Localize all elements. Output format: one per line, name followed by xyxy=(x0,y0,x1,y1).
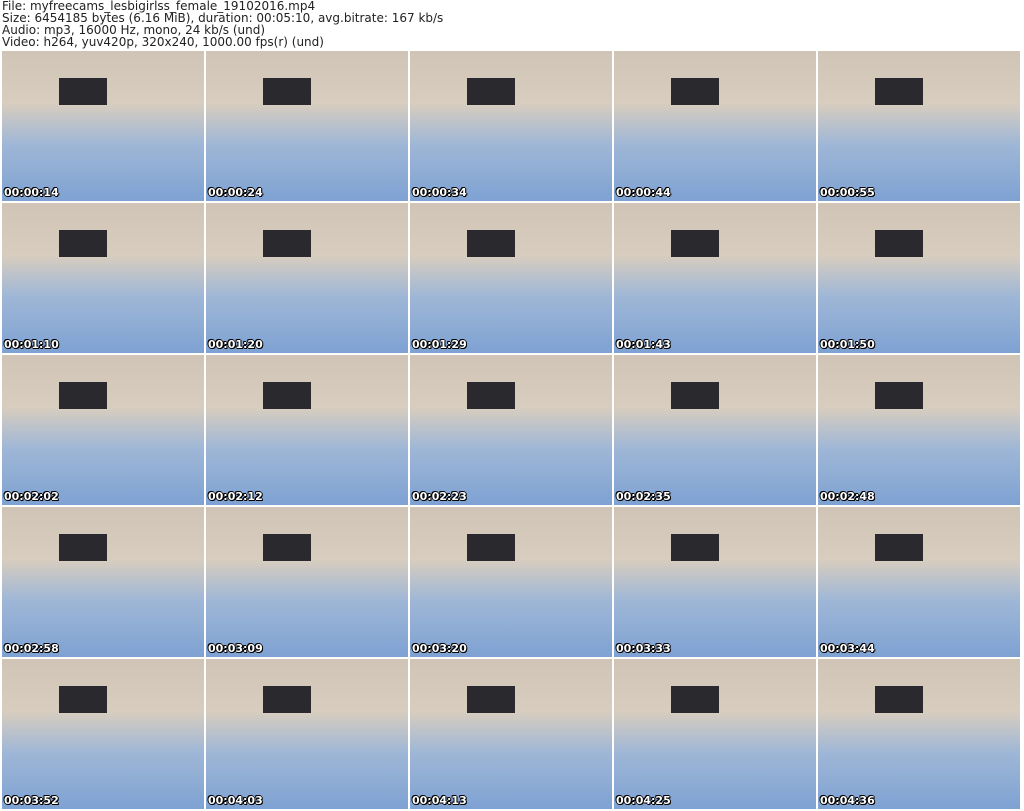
video-thumbnail[interactable]: 00:00:14 xyxy=(2,51,204,201)
video-thumbnail[interactable]: 00:03:33 xyxy=(614,507,816,657)
timestamp: 00:00:44 xyxy=(616,186,671,199)
video-thumbnail[interactable]: 00:00:44 xyxy=(614,51,816,201)
video-thumbnail[interactable]: 00:01:20 xyxy=(206,203,408,353)
timestamp: 00:01:43 xyxy=(616,338,671,351)
video-thumbnail[interactable]: 00:02:58 xyxy=(2,507,204,657)
thumbnail-image xyxy=(466,534,516,561)
thumbnail-image xyxy=(466,78,516,105)
video-thumbnail[interactable]: 00:04:13 xyxy=(410,659,612,809)
thumbnail-image xyxy=(58,534,108,561)
video-thumbnail[interactable]: 00:03:52 xyxy=(2,659,204,809)
video-thumbnail[interactable]: 00:02:48 xyxy=(818,355,1020,505)
video-thumbnail[interactable]: 00:02:35 xyxy=(614,355,816,505)
timestamp: 00:02:35 xyxy=(616,490,671,503)
video-thumbnail[interactable]: 00:02:02 xyxy=(2,355,204,505)
thumbnail-image xyxy=(58,686,108,713)
video-info: Video: h264, yuv420p, 320x240, 1000.00 f… xyxy=(2,35,324,49)
file-info: File: myfreecams_lesbigirlss_female_1910… xyxy=(2,0,443,48)
timestamp: 00:02:58 xyxy=(4,642,59,655)
timestamp: 00:00:55 xyxy=(820,186,875,199)
timestamp: 00:02:02 xyxy=(4,490,59,503)
thumbnail-image xyxy=(58,382,108,409)
timestamp: 00:02:23 xyxy=(412,490,467,503)
thumbnail-image xyxy=(262,382,312,409)
video-thumbnail[interactable]: 00:04:36 xyxy=(818,659,1020,809)
thumbnail-image xyxy=(466,230,516,257)
timestamp: 00:00:24 xyxy=(208,186,263,199)
video-thumbnail[interactable]: 00:03:44 xyxy=(818,507,1020,657)
timestamp: 00:04:13 xyxy=(412,794,467,807)
thumbnail-image xyxy=(874,382,924,409)
thumbnail-image xyxy=(58,78,108,105)
timestamp: 00:01:50 xyxy=(820,338,875,351)
thumbnail-image xyxy=(262,78,312,105)
timestamp: 00:02:48 xyxy=(820,490,875,503)
video-thumbnail[interactable]: 00:02:23 xyxy=(410,355,612,505)
video-thumbnail[interactable]: 00:02:12 xyxy=(206,355,408,505)
video-thumbnail[interactable]: 00:00:24 xyxy=(206,51,408,201)
video-thumbnail[interactable]: 00:01:43 xyxy=(614,203,816,353)
thumbnail-image xyxy=(262,534,312,561)
timestamp: 00:01:10 xyxy=(4,338,59,351)
timestamp: 00:04:25 xyxy=(616,794,671,807)
video-thumbnail[interactable]: 00:01:10 xyxy=(2,203,204,353)
video-thumbnail[interactable]: 00:03:20 xyxy=(410,507,612,657)
timestamp: 00:01:29 xyxy=(412,338,467,351)
video-thumbnail[interactable]: 00:04:25 xyxy=(614,659,816,809)
thumbnail-image xyxy=(466,382,516,409)
timestamp: 00:01:20 xyxy=(208,338,263,351)
thumbnail-image xyxy=(874,534,924,561)
timestamp: 00:03:52 xyxy=(4,794,59,807)
timestamp: 00:03:44 xyxy=(820,642,875,655)
thumbnail-image xyxy=(670,230,720,257)
thumbnail-image xyxy=(466,686,516,713)
thumbnail-image xyxy=(670,78,720,105)
video-thumbnail[interactable]: 00:00:55 xyxy=(818,51,1020,201)
thumbnail-image xyxy=(874,686,924,713)
timestamp: 00:03:09 xyxy=(208,642,263,655)
timestamp: 00:00:34 xyxy=(412,186,467,199)
timestamp: 00:03:33 xyxy=(616,642,671,655)
video-thumbnail[interactable]: 00:03:09 xyxy=(206,507,408,657)
thumbnail-image xyxy=(874,230,924,257)
timestamp: 00:04:36 xyxy=(820,794,875,807)
timestamp: 00:02:12 xyxy=(208,490,263,503)
video-thumbnail[interactable]: 00:04:03 xyxy=(206,659,408,809)
video-thumbnail[interactable]: 00:01:29 xyxy=(410,203,612,353)
timestamp: 00:03:20 xyxy=(412,642,467,655)
thumbnail-image xyxy=(262,230,312,257)
thumbnail-grid: 00:00:14 00:00:24 00:00:34 00:00:44 00:00:55… xyxy=(2,51,1020,809)
thumbnail-image xyxy=(262,686,312,713)
timestamp: 00:04:03 xyxy=(208,794,263,807)
thumbnail-image xyxy=(670,686,720,713)
timestamp: 00:00:14 xyxy=(4,186,59,199)
thumbnail-image xyxy=(874,78,924,105)
thumbnail-image xyxy=(58,230,108,257)
thumbnail-image xyxy=(670,382,720,409)
thumbnail-image xyxy=(670,534,720,561)
video-thumbnail[interactable]: 00:00:34 xyxy=(410,51,612,201)
video-thumbnail[interactable]: 00:01:50 xyxy=(818,203,1020,353)
